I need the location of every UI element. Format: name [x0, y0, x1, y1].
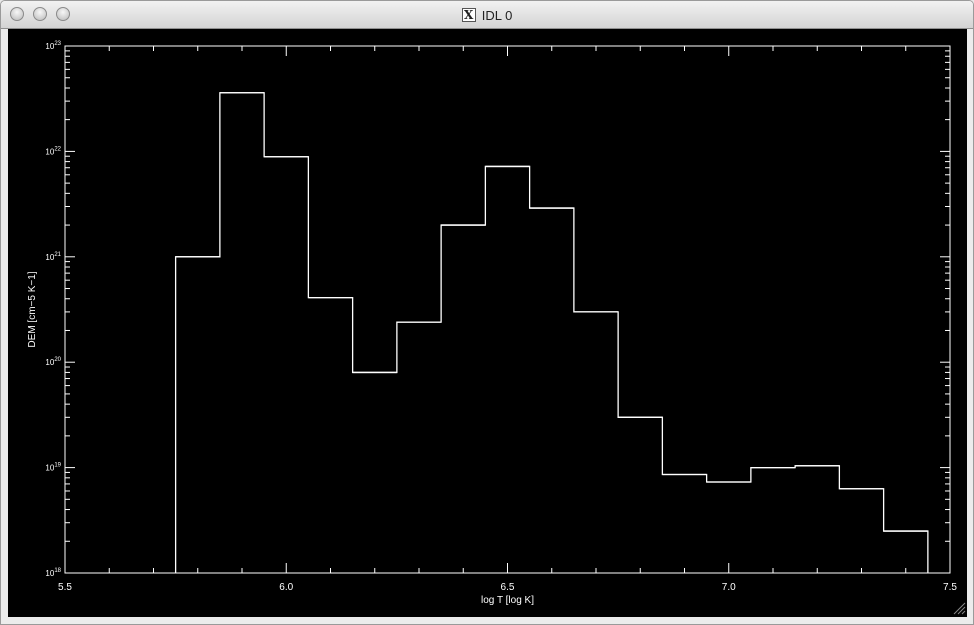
- y-tick-label: 1021: [45, 252, 61, 262]
- x-tick-label: 7.0: [722, 582, 736, 593]
- plot-frame: [64, 45, 951, 574]
- resize-grip-icon[interactable]: [952, 601, 966, 615]
- x-tick-label: 6.5: [501, 582, 515, 593]
- y-axis-label: DEM [cm−5 K−1]: [27, 271, 38, 347]
- title-bar[interactable]: X IDL 0: [1, 1, 973, 29]
- y-tick-label: 1022: [45, 146, 61, 156]
- y-tick-label: 1020: [45, 357, 61, 367]
- y-tick-label: 1023: [45, 41, 61, 51]
- y-tick-label: 1018: [45, 568, 61, 578]
- y-tick-label: 1019: [45, 463, 61, 473]
- plot-area: 5.5 6.0 6.5 7.0 7.5 1018 1019 1020 1021 1022 1023 l…: [8, 29, 967, 617]
- window-title: IDL 0: [481, 7, 513, 23]
- dem-series-line: [174, 92, 929, 573]
- x-tick-label: 6.0: [279, 582, 293, 593]
- x-tick-label: 7.5: [943, 582, 957, 593]
- dem-chart: 5.5 6.0 6.5 7.0 7.5 1018 1019 1020 1021 1022 1023 l…: [27, 41, 957, 606]
- x11-icon: X: [461, 8, 476, 22]
- x-tick-label: 5.5: [58, 582, 72, 593]
- x-axis-label: log T [log K]: [481, 595, 534, 606]
- idl-window: X IDL 0 5.5 6.0 6.5 7.0 7.5 1018 1019 1020 1021 1…: [0, 0, 974, 625]
